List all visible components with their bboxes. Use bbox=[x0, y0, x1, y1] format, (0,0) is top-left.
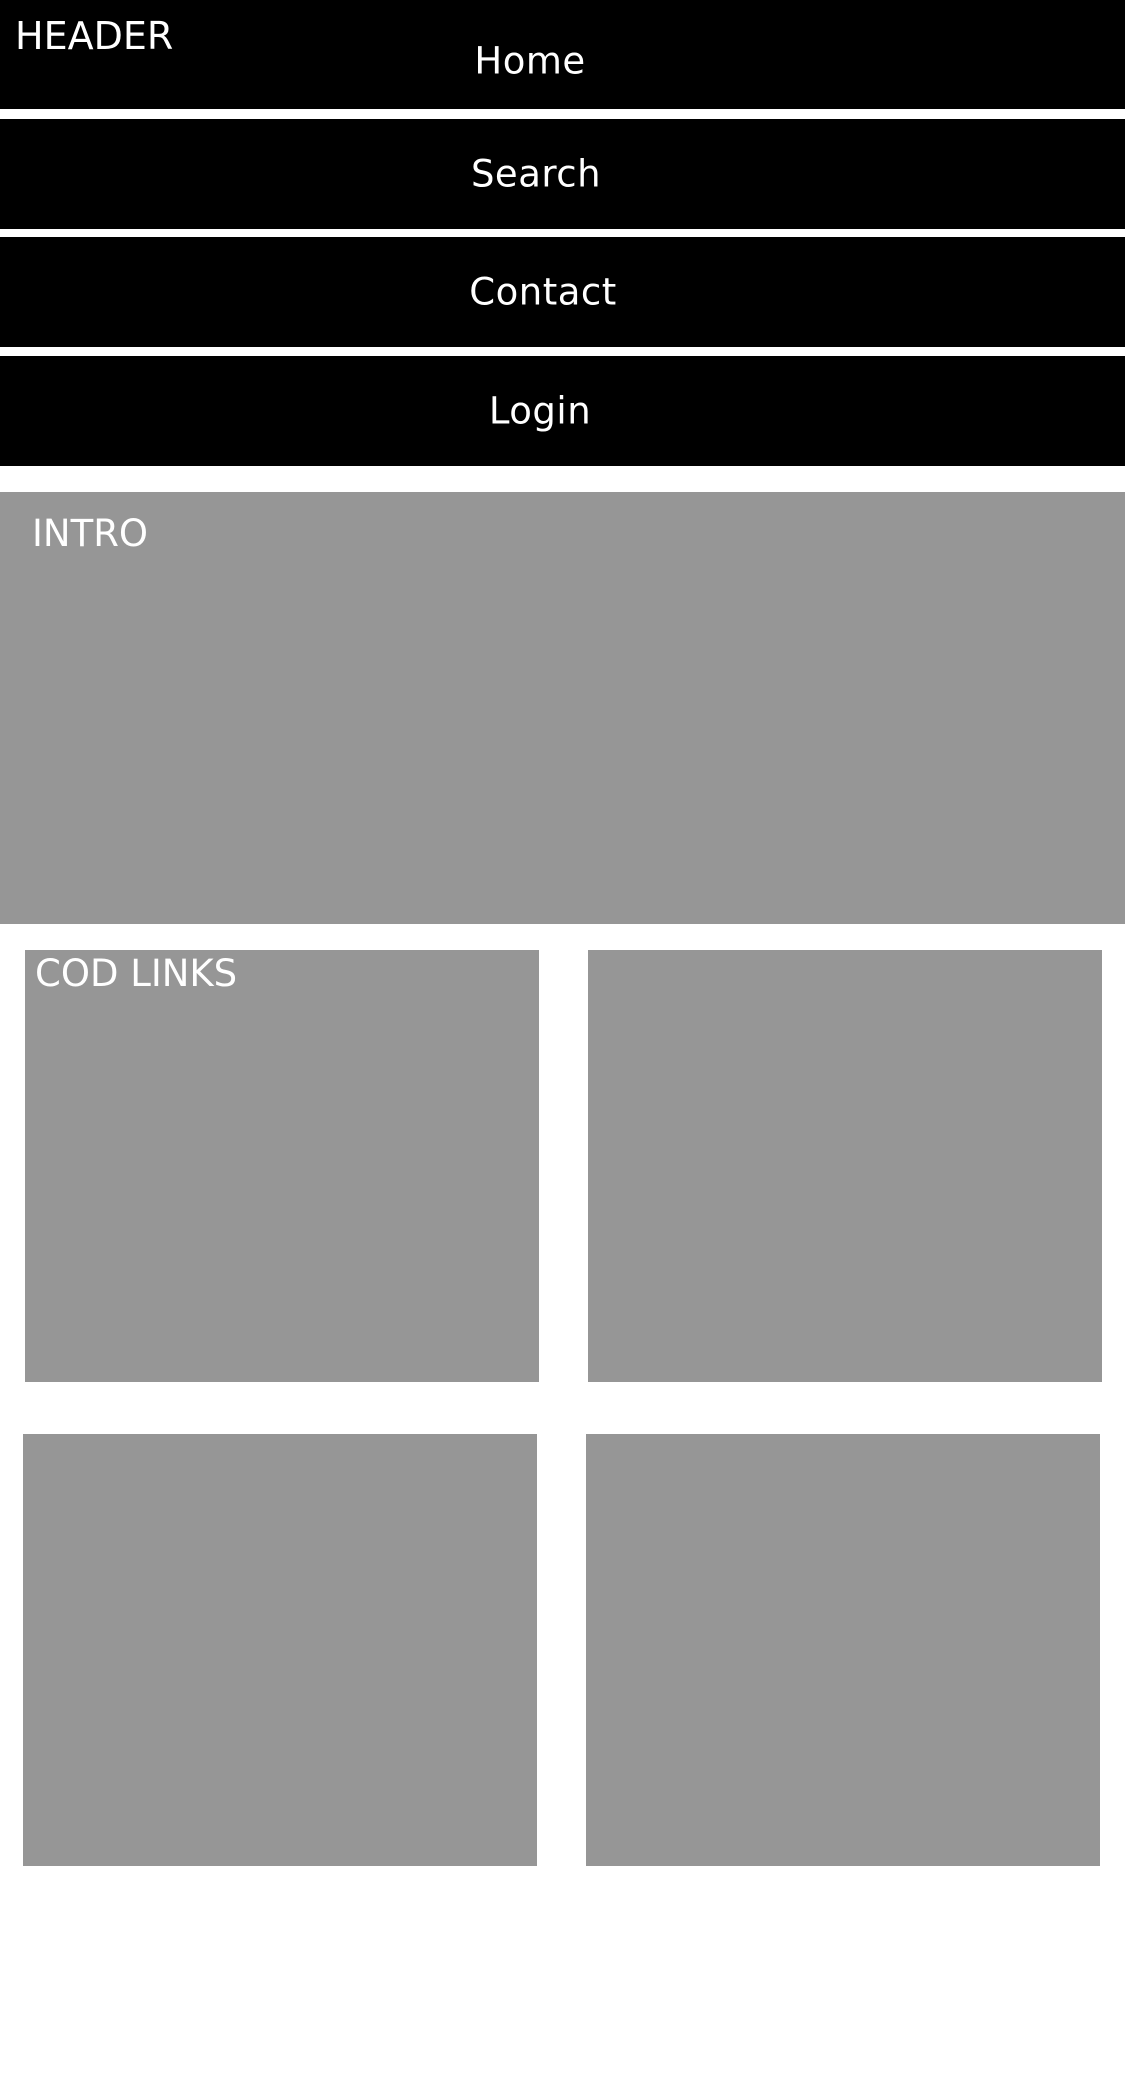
link-tile-1[interactable]: COD LINKS bbox=[25, 950, 539, 1382]
nav-home-label: Home bbox=[474, 39, 586, 83]
nav-search-button[interactable]: Search bbox=[0, 119, 1125, 229]
nav-contact-label: Contact bbox=[469, 270, 617, 314]
link-tile-2[interactable] bbox=[588, 950, 1102, 1382]
nav-login-button[interactable]: Login bbox=[0, 356, 1125, 466]
intro-section: INTRO bbox=[0, 492, 1125, 924]
nav-login-label: Login bbox=[488, 389, 592, 433]
link-tile-3[interactable] bbox=[23, 1434, 537, 1866]
nav-contact-button[interactable]: Contact bbox=[0, 237, 1125, 347]
intro-label: INTRO bbox=[32, 512, 149, 555]
header-title: HEADER bbox=[15, 14, 174, 58]
nav-search-label: Search bbox=[470, 152, 602, 196]
link-tile-4[interactable] bbox=[586, 1434, 1100, 1866]
cod-links-label: COD LINKS bbox=[35, 952, 238, 995]
header-bar[interactable]: HEADER Home bbox=[0, 0, 1125, 109]
